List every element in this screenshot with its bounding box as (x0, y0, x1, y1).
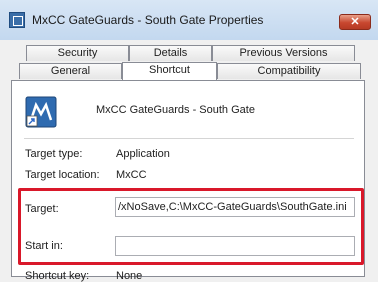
shortcut-key-value: None (116, 270, 143, 282)
tab-compatibility[interactable]: Compatibility (217, 63, 361, 79)
tab-general[interactable]: General (19, 63, 122, 79)
start-in-label: Start in: (25, 240, 63, 252)
tab-shortcut[interactable]: Shortcut (122, 62, 217, 80)
separator (24, 138, 354, 139)
tab-security[interactable]: Security (26, 45, 129, 61)
start-in-input[interactable] (115, 236, 355, 256)
target-location-value: MxCC (116, 169, 147, 181)
target-label: Target: (25, 203, 59, 215)
target-type-label: Target type: (25, 148, 83, 160)
app-window-icon (9, 12, 25, 28)
window-title: MxCC GateGuards - South Gate Properties (32, 13, 264, 27)
target-type-value: Application (116, 148, 170, 160)
close-button[interactable]: ✕ (339, 14, 371, 30)
target-location-label: Target location: (25, 169, 100, 181)
shortcut-name: MxCC GateGuards - South Gate (96, 104, 255, 116)
tab-details[interactable]: Details (129, 45, 212, 61)
shortcut-key-label: Shortcut key: (25, 270, 90, 282)
target-input[interactable]: /xNoSave,C:\MxCC-GateGuards\SouthGate.in… (115, 197, 355, 217)
title-bar[interactable]: MxCC GateGuards - South Gate Properties … (0, 0, 378, 40)
shortcut-app-icon (25, 96, 57, 128)
tab-previous-versions[interactable]: Previous Versions (212, 45, 355, 61)
